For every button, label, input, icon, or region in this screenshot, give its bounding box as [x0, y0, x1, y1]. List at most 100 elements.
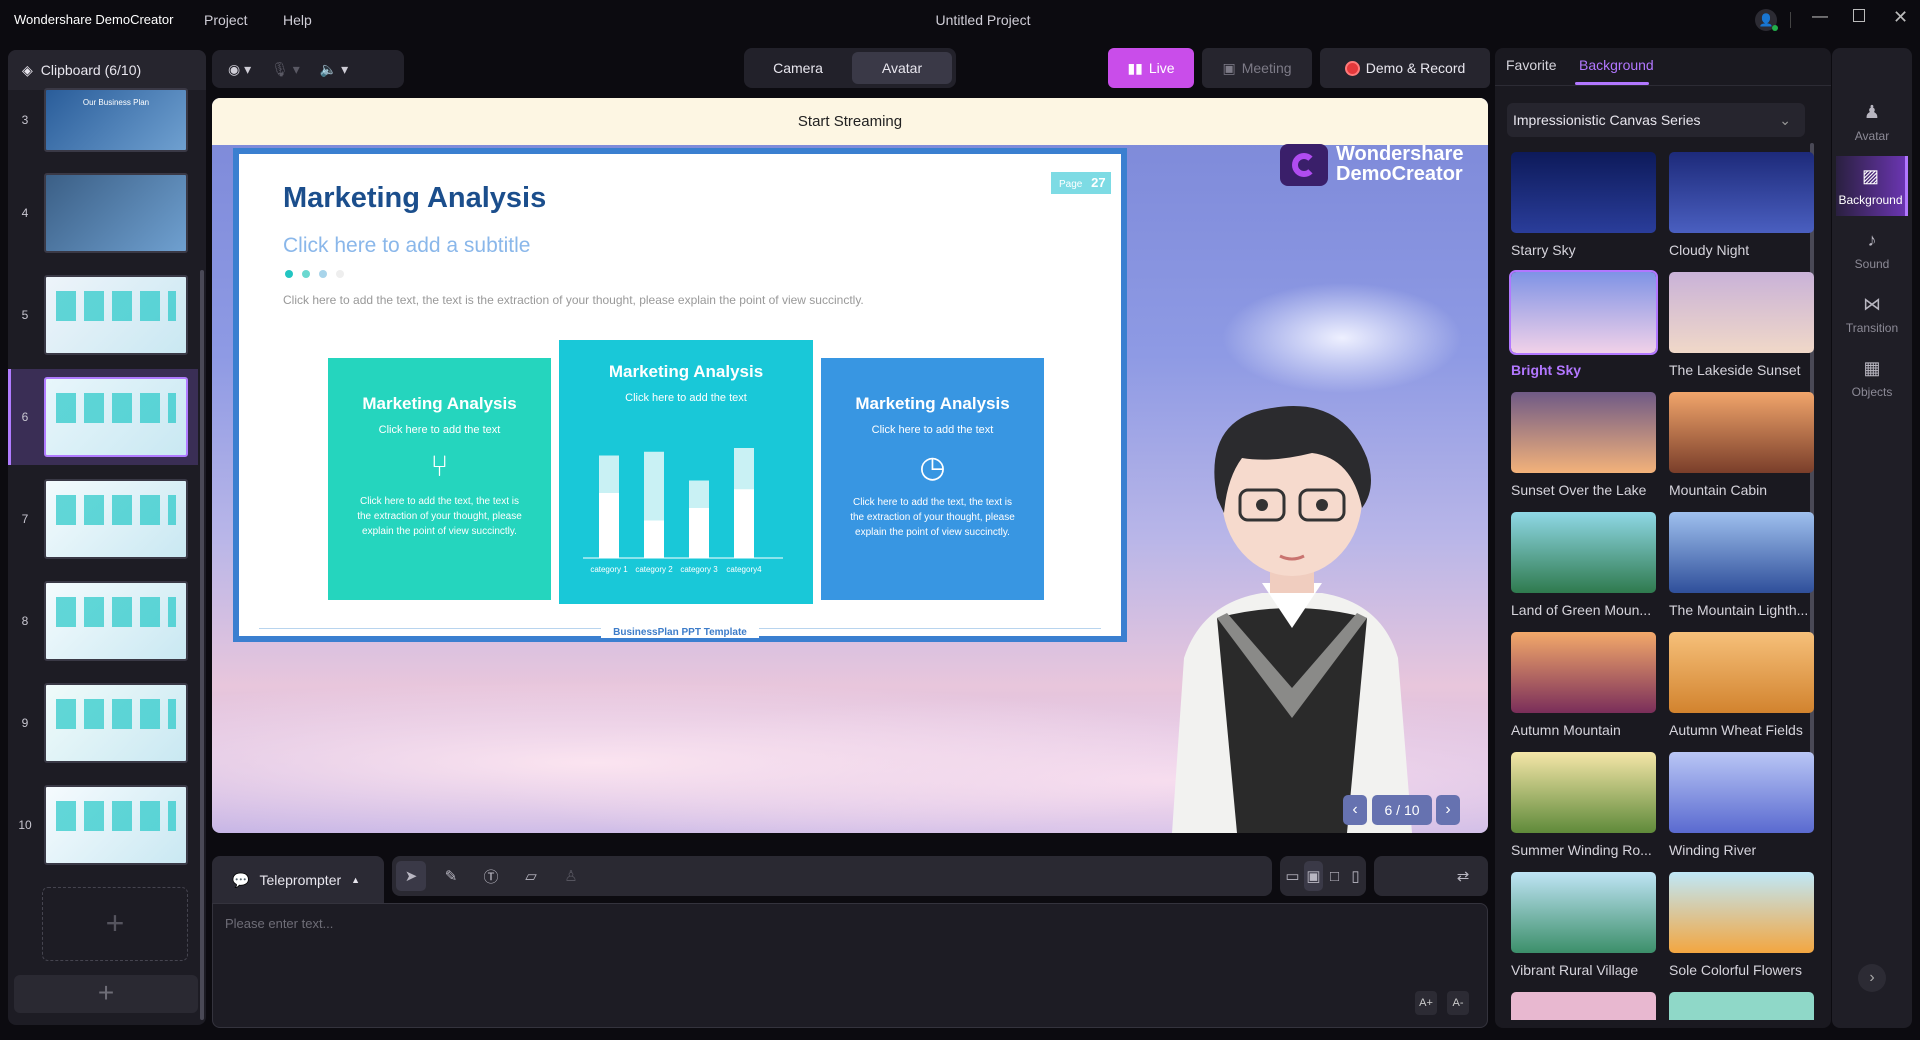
- layout-avatar-icon[interactable]: ▯: [1346, 861, 1365, 891]
- background-thumbnail[interactable]: [1669, 992, 1814, 1020]
- background-thumbnail[interactable]: [1669, 872, 1814, 953]
- side-nav-avatar[interactable]: ♟ Avatar: [1836, 92, 1908, 152]
- webcam-dropdown[interactable]: ◉ ▾: [228, 61, 251, 78]
- expand-chevron-icon[interactable]: ›: [1858, 964, 1886, 992]
- background-thumbnail[interactable]: [1669, 632, 1814, 713]
- prev-slide-button[interactable]: ‹: [1343, 795, 1367, 825]
- background-label: Bright Sky: [1511, 362, 1582, 378]
- side-nav-label: Objects: [1851, 385, 1893, 399]
- restore-icon[interactable]: [1853, 9, 1865, 22]
- annotation-toolbar: ➤ ✎ Ⓣ ▱ ♙: [392, 856, 1272, 896]
- tab-background[interactable]: Background: [1579, 57, 1654, 73]
- background-thumbnail[interactable]: [1669, 512, 1814, 593]
- office-chair-icon: ⑂: [430, 450, 449, 483]
- slide-thumbnail[interactable]: [44, 479, 188, 559]
- background-label: Winding River: [1669, 842, 1757, 858]
- slide-thumbnail[interactable]: [44, 581, 188, 661]
- meeting-button[interactable]: ▣ Meeting: [1202, 48, 1312, 88]
- presentation-slide[interactable]: Marketing Analysis Click here to add a s…: [233, 148, 1127, 642]
- avatar-icon: ♟: [1863, 102, 1881, 122]
- background-label: Cloudy Night: [1669, 242, 1750, 258]
- background-thumbnail[interactable]: [1669, 392, 1814, 473]
- background-panel: Favorite Background Impressionistic Canv…: [1495, 48, 1831, 1028]
- microphone-muted-dropdown[interactable]: 🎙 ▾: [271, 61, 300, 78]
- side-nav-label: Transition: [1845, 321, 1899, 335]
- side-nav-sound[interactable]: ♪ Sound: [1836, 220, 1908, 280]
- background-thumbnail[interactable]: [1511, 632, 1656, 713]
- slide-subtitle: Click here to add a subtitle: [283, 234, 531, 257]
- background-label: Autumn Mountain: [1511, 722, 1621, 738]
- layout-pip-icon[interactable]: ▭: [1283, 861, 1302, 891]
- teleprompter-tab[interactable]: 💬 Teleprompter ▲: [212, 856, 384, 904]
- chart-category-label: category 1: [590, 565, 628, 574]
- close-icon[interactable]: ✕: [1893, 7, 1908, 28]
- slide-thumbnail[interactable]: [44, 173, 188, 253]
- start-streaming-banner[interactable]: Start Streaming: [212, 98, 1488, 145]
- slide-card-2: Marketing Analysis Click here to add the …: [559, 340, 813, 604]
- teleprompter-textarea[interactable]: Please enter text... A+ A-: [212, 903, 1488, 1028]
- add-slide-placeholder[interactable]: +: [42, 887, 188, 961]
- slide-title: Marketing Analysis: [283, 182, 547, 214]
- background-thumbnail[interactable]: [1511, 392, 1656, 473]
- layout-side-icon[interactable]: ▣: [1304, 861, 1323, 891]
- slide-body: Click here to add the text, the text is …: [283, 293, 864, 307]
- background-thumbnail[interactable]: [1511, 512, 1656, 593]
- select-pointer-icon[interactable]: ➤: [396, 861, 426, 891]
- minimize-icon[interactable]: —: [1812, 8, 1828, 26]
- side-nav-objects[interactable]: ▦ Objects: [1836, 348, 1908, 408]
- side-nav-background[interactable]: ▨ Background: [1836, 156, 1908, 216]
- title-bar: Wondershare DemoCreator Project Help Unt…: [0, 0, 1920, 40]
- swap-layout-icon[interactable]: ⇄: [1448, 861, 1478, 891]
- slide-number: 3: [21, 113, 29, 127]
- layout-extra: ⇄: [1374, 856, 1488, 896]
- background-thumbnail[interactable]: [1669, 152, 1814, 233]
- avatar-mode-button[interactable]: Avatar: [852, 52, 952, 84]
- clipboard-panel: ◈ Clipboard (6/10) 3 Our Business Plan 4 5 6…: [8, 50, 206, 1025]
- demo-record-button[interactable]: Demo & Record: [1320, 48, 1490, 88]
- slide-thumbnail[interactable]: [44, 275, 188, 355]
- avatar-figure[interactable]: [1162, 388, 1422, 833]
- background-thumbnail[interactable]: [1509, 270, 1658, 355]
- chart-bar-lower: [689, 508, 709, 558]
- font-increase-button[interactable]: A+: [1415, 991, 1437, 1015]
- background-label: Sunset Over the Lake: [1511, 482, 1647, 498]
- account-icon[interactable]: 👤: [1755, 9, 1778, 31]
- add-slide-button[interactable]: +: [14, 975, 198, 1013]
- teleprompter-placeholder: Please enter text...: [225, 916, 334, 931]
- democreator-logo-icon: [1280, 144, 1328, 186]
- background-icon: ▨: [1861, 166, 1879, 186]
- background-thumbnail[interactable]: [1511, 872, 1656, 953]
- background-thumbnail[interactable]: [1511, 752, 1656, 833]
- next-slide-button[interactable]: ›: [1436, 795, 1460, 825]
- background-thumbnail[interactable]: [1669, 752, 1814, 833]
- slide-thumbnail[interactable]: [44, 377, 188, 457]
- music-note-icon: ♪: [1867, 230, 1877, 250]
- slide-number: 5: [21, 308, 29, 322]
- speech-bubble-icon: 💬: [232, 871, 250, 888]
- slide-footer: BusinessPlan PPT Template: [601, 627, 759, 638]
- pen-icon[interactable]: ✎: [436, 861, 466, 891]
- clear-brush-icon[interactable]: ♙: [556, 861, 586, 891]
- eraser-icon[interactable]: ▱: [516, 861, 546, 891]
- tab-favorite[interactable]: Favorite: [1506, 57, 1557, 73]
- background-thumbnail[interactable]: [1511, 152, 1656, 233]
- preview-canvas[interactable]: Start Streaming Wondershare DemoCreator M…: [212, 98, 1488, 833]
- live-button[interactable]: ▮▮ Live: [1108, 48, 1194, 88]
- clipboard-scrollbar[interactable]: [200, 270, 204, 1020]
- side-nav-transition[interactable]: ⋈ Transition: [1836, 284, 1908, 344]
- slide-number: 6: [21, 410, 29, 424]
- slide-thumbnail[interactable]: [44, 785, 188, 865]
- slide-thumbnail[interactable]: Our Business Plan: [44, 88, 188, 152]
- background-thumbnail[interactable]: [1669, 272, 1814, 353]
- font-decrease-button[interactable]: A-: [1447, 991, 1469, 1015]
- background-thumbnail[interactable]: [1511, 992, 1656, 1020]
- slide-number: 10: [18, 818, 32, 832]
- speaker-dropdown[interactable]: 🔈 ▾: [320, 61, 348, 78]
- slide-card-1: Marketing Analysis Click here to add the …: [328, 358, 551, 600]
- series-dropdown[interactable]: Impressionistic Canvas Series ⌄: [1507, 103, 1805, 137]
- chart-bar-lower: [599, 493, 619, 558]
- layout-screen-icon[interactable]: □: [1325, 861, 1344, 891]
- text-tool-icon[interactable]: Ⓣ: [476, 861, 506, 891]
- slide-thumbnail[interactable]: [44, 683, 188, 763]
- camera-mode-button[interactable]: Camera: [748, 52, 848, 84]
